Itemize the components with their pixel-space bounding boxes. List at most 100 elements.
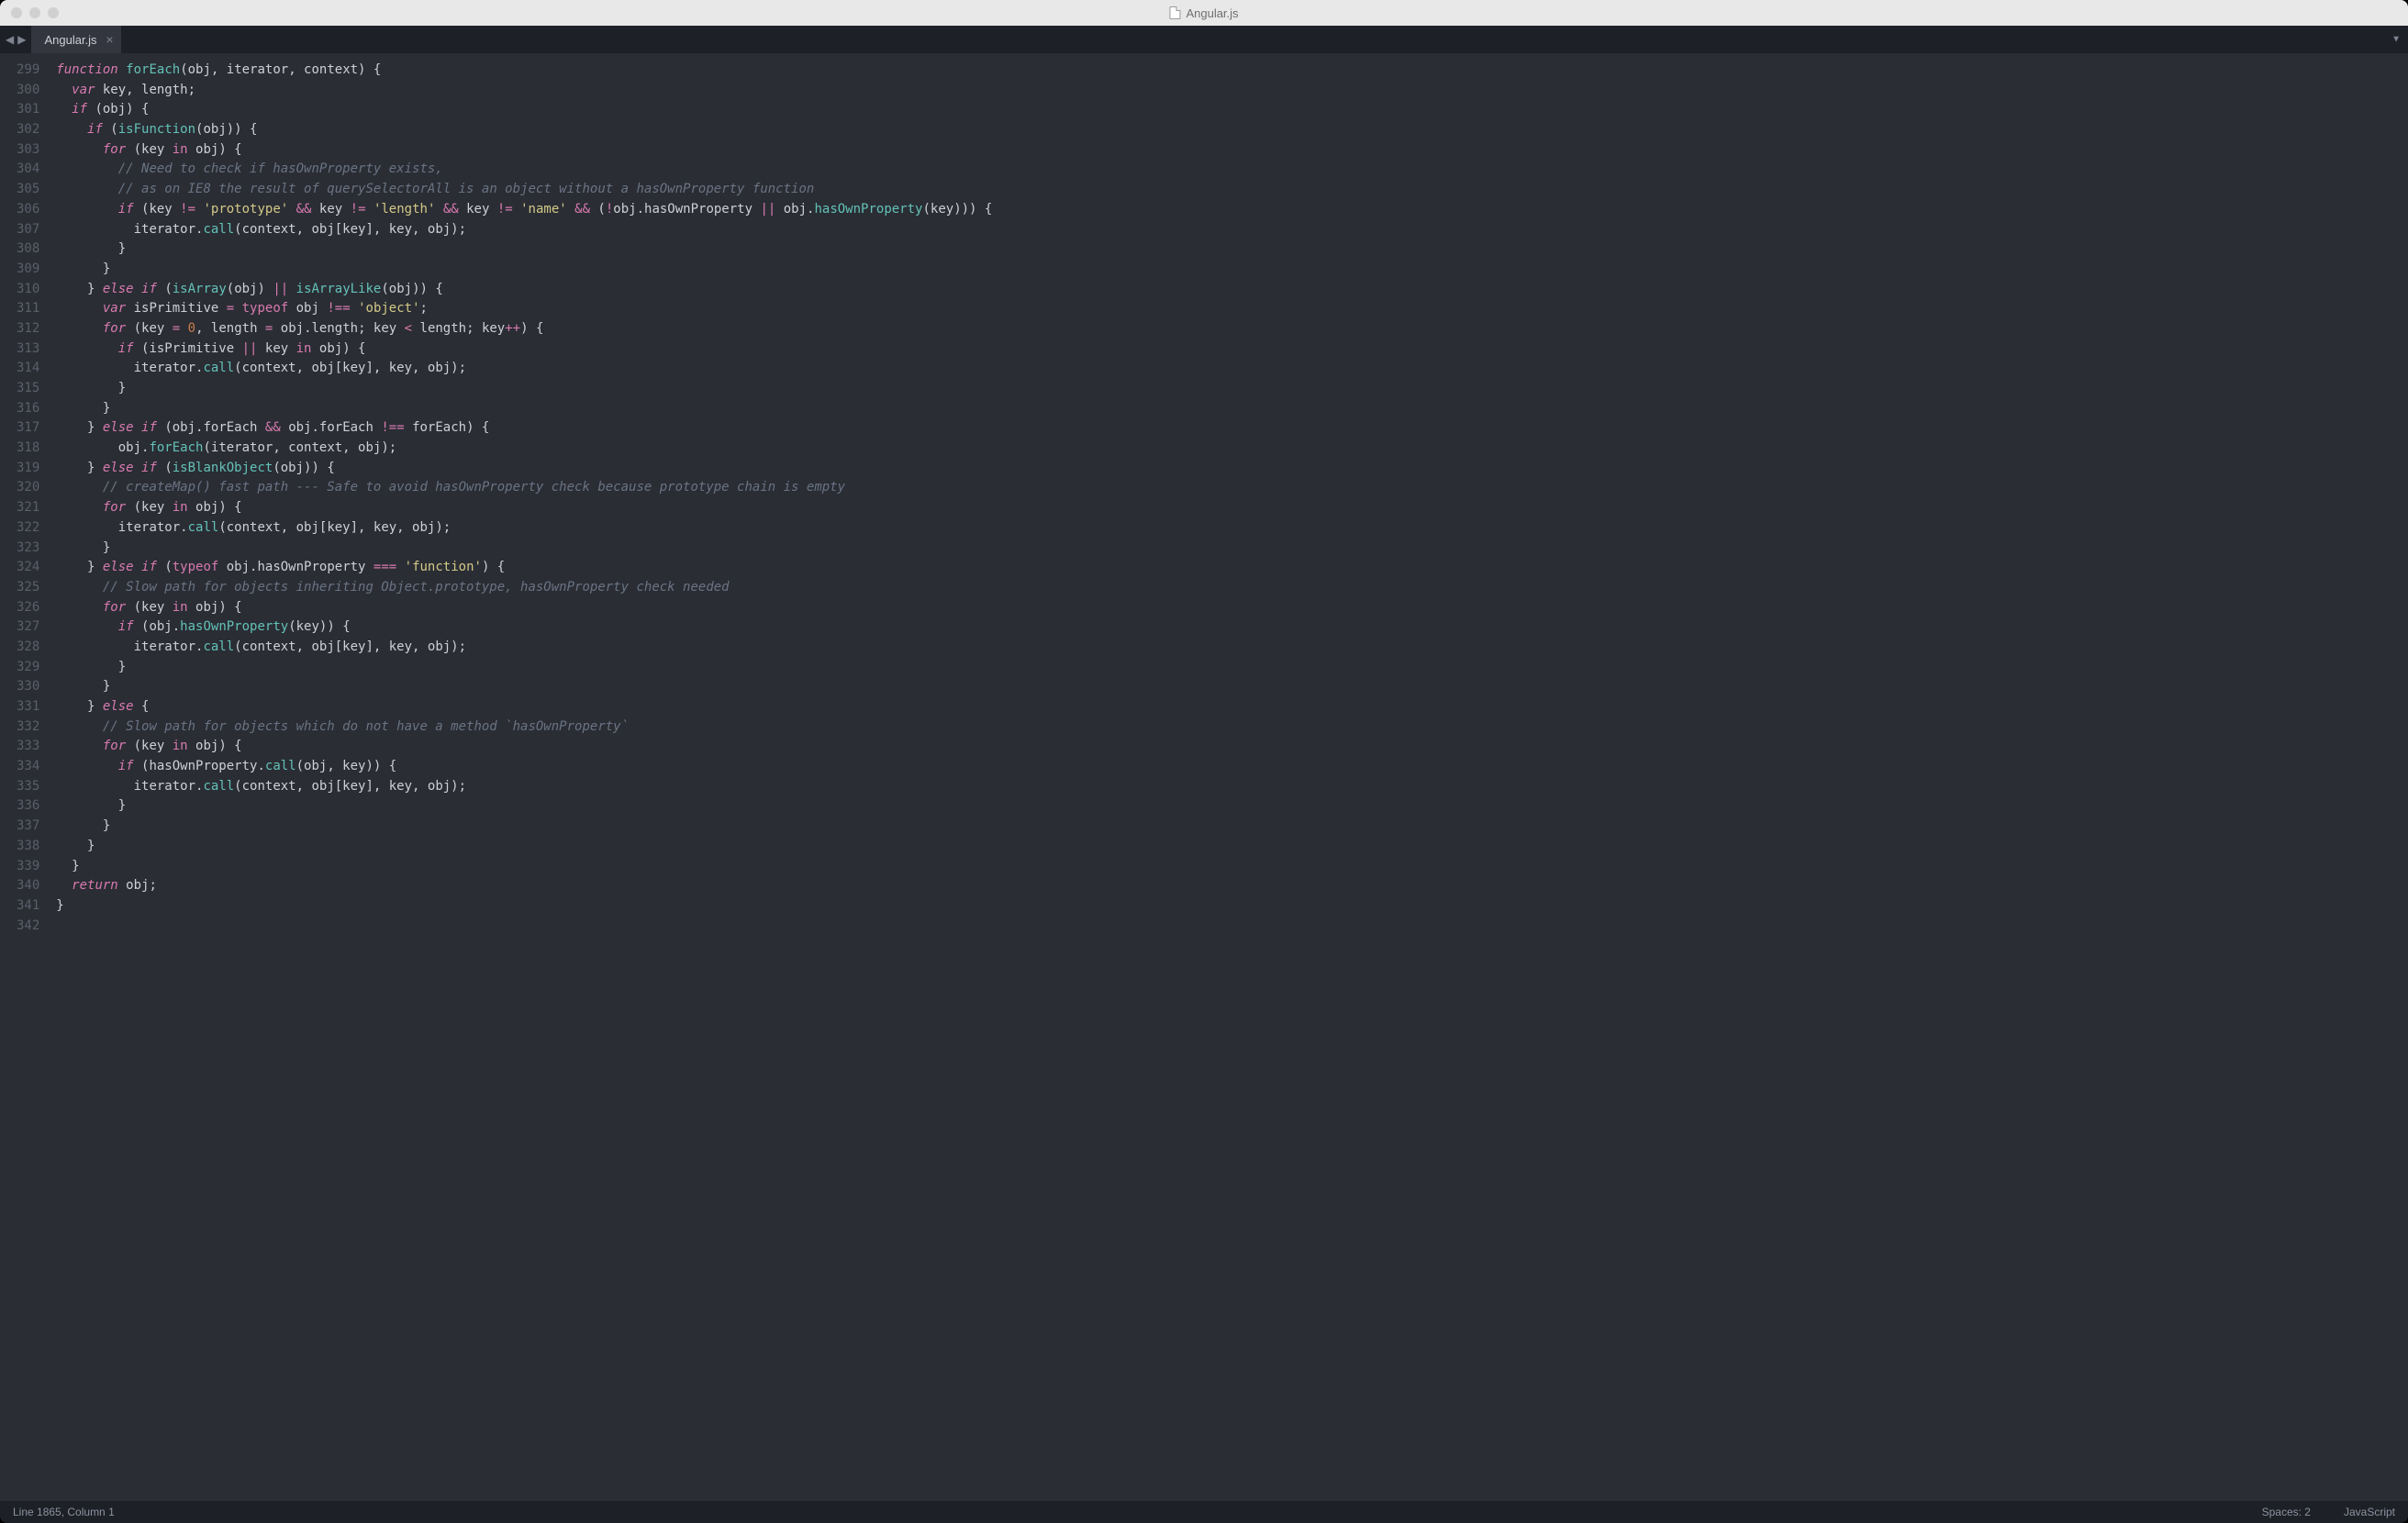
code-line[interactable]: var key, length; (56, 81, 2408, 101)
line-number[interactable]: 342 (17, 917, 39, 937)
line-number[interactable]: 341 (17, 896, 39, 917)
zoom-window-button[interactable] (48, 7, 59, 18)
code-line[interactable]: if (key != 'prototype' && key != 'length… (56, 200, 2408, 220)
cursor-position[interactable]: Line 1865, Column 1 (13, 1506, 115, 1518)
code-line[interactable]: if (isFunction(obj)) { (56, 120, 2408, 140)
nav-back-icon[interactable]: ◀ (6, 33, 14, 46)
titlebar[interactable]: Angular.js (0, 0, 2408, 26)
line-number[interactable]: 305 (17, 180, 39, 200)
code-line[interactable]: } (56, 399, 2408, 419)
line-number[interactable]: 338 (17, 837, 39, 857)
line-number[interactable]: 321 (17, 498, 39, 518)
code-line[interactable]: if (isPrimitive || key in obj) { (56, 339, 2408, 360)
minimize-window-button[interactable] (29, 7, 40, 18)
code-line[interactable]: // Need to check if hasOwnProperty exist… (56, 160, 2408, 180)
nav-forward-icon[interactable]: ▶ (17, 33, 26, 46)
code-line[interactable]: iterator.call(context, obj[key], key, ob… (56, 220, 2408, 240)
code-line[interactable]: } (56, 857, 2408, 877)
line-number[interactable]: 329 (17, 658, 39, 678)
line-number[interactable]: 335 (17, 777, 39, 797)
line-number[interactable]: 326 (17, 598, 39, 618)
code-line[interactable]: // Slow path for objects which do not ha… (56, 717, 2408, 738)
line-number[interactable]: 325 (17, 578, 39, 598)
line-number[interactable]: 306 (17, 200, 39, 220)
line-number[interactable]: 303 (17, 140, 39, 161)
code-line[interactable]: for (key in obj) { (56, 737, 2408, 757)
code-line[interactable]: } (56, 379, 2408, 399)
line-number[interactable]: 318 (17, 439, 39, 459)
code-line[interactable]: } else if (isArray(obj) || isArrayLike(o… (56, 280, 2408, 300)
code-line[interactable]: for (key = 0, length = obj.length; key <… (56, 319, 2408, 339)
code-line[interactable]: if (hasOwnProperty.call(obj, key)) { (56, 757, 2408, 777)
code-line[interactable]: obj.forEach(iterator, context, obj); (56, 439, 2408, 459)
line-number[interactable]: 313 (17, 339, 39, 360)
code-line[interactable]: // as on IE8 the result of querySelector… (56, 180, 2408, 200)
code-line[interactable]: iterator.call(context, obj[key], key, ob… (56, 359, 2408, 379)
line-number-gutter[interactable]: 2993003013023033043053063073083093103113… (0, 53, 50, 1501)
line-number[interactable]: 336 (17, 796, 39, 817)
line-number[interactable]: 310 (17, 280, 39, 300)
code-line[interactable]: } (56, 677, 2408, 697)
line-number[interactable]: 302 (17, 120, 39, 140)
syntax-language[interactable]: JavaScript (2344, 1506, 2395, 1518)
code-line[interactable]: } else if (obj.forEach && obj.forEach !=… (56, 418, 2408, 439)
line-number[interactable]: 331 (17, 697, 39, 717)
line-number[interactable]: 314 (17, 359, 39, 379)
code-line[interactable]: iterator.call(context, obj[key], key, ob… (56, 518, 2408, 539)
line-number[interactable]: 301 (17, 100, 39, 120)
tab-angular-js[interactable]: Angular.js × (31, 26, 121, 53)
close-window-button[interactable] (11, 7, 22, 18)
line-number[interactable]: 312 (17, 319, 39, 339)
line-number[interactable]: 304 (17, 160, 39, 180)
line-number[interactable]: 317 (17, 418, 39, 439)
code-line[interactable]: } (56, 837, 2408, 857)
line-number[interactable]: 315 (17, 379, 39, 399)
editor-area[interactable]: 2993003013023033043053063073083093103113… (0, 53, 2408, 1501)
code-line[interactable]: for (key in obj) { (56, 598, 2408, 618)
code-line[interactable]: } (56, 260, 2408, 280)
code-content[interactable]: function forEach(obj, iterator, context)… (50, 53, 2408, 1501)
line-number[interactable]: 330 (17, 677, 39, 697)
code-line[interactable]: } (56, 239, 2408, 260)
line-number[interactable]: 327 (17, 617, 39, 638)
code-line[interactable]: } (56, 896, 2408, 917)
line-number[interactable]: 328 (17, 638, 39, 658)
line-number[interactable]: 311 (17, 299, 39, 319)
line-number[interactable]: 300 (17, 81, 39, 101)
indent-setting[interactable]: Spaces: 2 (2262, 1506, 2311, 1518)
line-number[interactable]: 333 (17, 737, 39, 757)
code-line[interactable]: } (56, 817, 2408, 837)
line-number[interactable]: 307 (17, 220, 39, 240)
line-number[interactable]: 324 (17, 558, 39, 578)
code-line[interactable]: } else if (isBlankObject(obj)) { (56, 459, 2408, 479)
line-number[interactable]: 299 (17, 61, 39, 81)
code-line[interactable]: } else if (typeof obj.hasOwnProperty ===… (56, 558, 2408, 578)
code-line[interactable]: return obj; (56, 876, 2408, 896)
close-icon[interactable]: × (106, 33, 113, 46)
tab-dropdown-icon[interactable]: ▼ (2391, 35, 2401, 45)
code-line[interactable]: } (56, 539, 2408, 559)
code-line[interactable]: if (obj) { (56, 100, 2408, 120)
line-number[interactable]: 339 (17, 857, 39, 877)
line-number[interactable]: 340 (17, 876, 39, 896)
line-number[interactable]: 319 (17, 459, 39, 479)
line-number[interactable]: 322 (17, 518, 39, 539)
line-number[interactable]: 337 (17, 817, 39, 837)
line-number[interactable]: 309 (17, 260, 39, 280)
code-line[interactable]: // Slow path for objects inheriting Obje… (56, 578, 2408, 598)
line-number[interactable]: 334 (17, 757, 39, 777)
line-number[interactable]: 323 (17, 539, 39, 559)
code-line[interactable]: } else { (56, 697, 2408, 717)
code-line[interactable]: for (key in obj) { (56, 498, 2408, 518)
code-line[interactable]: var isPrimitive = typeof obj !== 'object… (56, 299, 2408, 319)
code-line[interactable]: iterator.call(context, obj[key], key, ob… (56, 638, 2408, 658)
code-line[interactable]: if (obj.hasOwnProperty(key)) { (56, 617, 2408, 638)
line-number[interactable]: 320 (17, 478, 39, 498)
code-line[interactable]: // createMap() fast path --- Safe to avo… (56, 478, 2408, 498)
code-line[interactable]: } (56, 658, 2408, 678)
code-line[interactable]: } (56, 796, 2408, 817)
line-number[interactable]: 316 (17, 399, 39, 419)
line-number[interactable]: 332 (17, 717, 39, 738)
code-line[interactable]: function forEach(obj, iterator, context)… (56, 61, 2408, 81)
code-line[interactable]: iterator.call(context, obj[key], key, ob… (56, 777, 2408, 797)
